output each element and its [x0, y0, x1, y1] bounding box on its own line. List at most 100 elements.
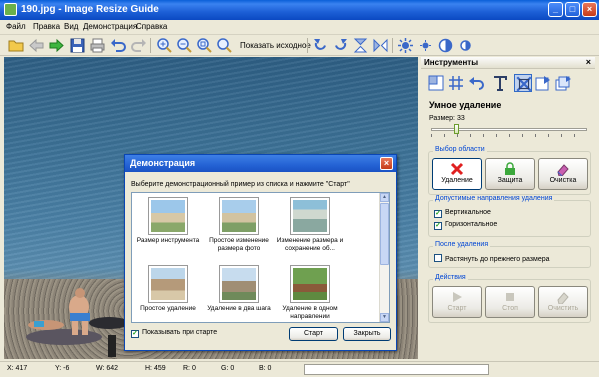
status-g: G: 0 [221, 365, 235, 372]
status-y: Y: -6 [55, 365, 70, 372]
tools-panel-close-icon[interactable]: × [586, 57, 591, 67]
directions-group: Допустимые направления удаления ✓ Вертика… [428, 195, 591, 237]
start-button[interactable]: Старт [289, 327, 338, 341]
brightness-down-icon[interactable] [417, 37, 434, 54]
close-dialog-button[interactable]: Закрыть [343, 327, 391, 341]
action-stop-label: Стоп [502, 305, 518, 312]
example-item[interactable]: Удаление в одном направлении [275, 265, 345, 321]
examples-scrollbar[interactable]: ▲ ▼ [379, 193, 389, 322]
maximize-button[interactable]: □ [565, 2, 580, 17]
bag [108, 335, 116, 357]
example-item[interactable]: Простое изменение размера фото [204, 197, 274, 253]
window-title: 190.jpg - Image Resize Guide [21, 4, 159, 15]
example-caption: Простое удаление [140, 305, 196, 312]
window-titlebar[interactable]: 190.jpg - Image Resize Guide _ □ × [0, 0, 599, 20]
checkbox-check-icon[interactable]: ✓ [131, 330, 139, 338]
resize-tool-icon[interactable] [427, 74, 445, 92]
menu-view[interactable]: Вид [64, 22, 78, 31]
status-bar: X: 417 Y: -6 W: 642 H: 459 R: 0 G: 0 B: … [0, 361, 599, 377]
vertical-checkbox[interactable]: ✓ Вертикальное [434, 209, 491, 218]
example-item[interactable]: Простое удаление [133, 265, 203, 313]
vertical-label: Вертикальное [445, 209, 491, 216]
toolbar-separator [150, 38, 151, 53]
contrast-down-icon[interactable] [457, 37, 474, 54]
status-x: X: 417 [7, 365, 28, 372]
close-button[interactable]: × [582, 2, 597, 17]
menu-file[interactable]: Файл [6, 22, 26, 31]
minimize-button[interactable]: _ [548, 2, 563, 17]
toolbar: Показать исходное [0, 35, 599, 56]
rotate-ccw-icon[interactable] [332, 37, 349, 54]
scroll-down-icon[interactable]: ▼ [380, 313, 389, 322]
beach-people-illustration [26, 288, 129, 345]
show-original-button[interactable]: Показать исходное [240, 41, 311, 50]
brightness-up-icon[interactable] [397, 37, 414, 54]
example-thumbnail [219, 197, 259, 235]
checkbox-check-icon[interactable]: ✓ [434, 210, 442, 218]
action-stop-button[interactable]: Стоп [485, 286, 535, 318]
stop-icon [506, 293, 514, 301]
flip-vertical-icon[interactable] [352, 37, 369, 54]
clear-area-button[interactable]: Очистка [538, 158, 588, 190]
example-item[interactable]: Удаление в два шага [204, 265, 274, 313]
undo-icon[interactable] [110, 37, 127, 54]
tools-panel-title: Инструменты [424, 58, 479, 67]
size-slider-ticks [431, 134, 587, 137]
horizontal-checkbox[interactable]: ✓ Горизонтальное [434, 221, 497, 230]
save-disk-icon[interactable] [69, 37, 86, 54]
example-item[interactable]: Размер инструмента [133, 197, 203, 245]
protect-tool-icon[interactable] [534, 74, 552, 92]
size-label: Размер: 33 [429, 115, 465, 122]
undo-tool-icon[interactable] [467, 74, 485, 92]
after-remove-label: После удаления [433, 241, 491, 248]
toolbar-separator [392, 38, 393, 53]
demo-dialog-titlebar[interactable]: Демонстрация × [125, 155, 396, 172]
protect-area-button[interactable]: Защита [485, 158, 535, 190]
smart-remove-title: Умное удаление [429, 100, 502, 110]
forward-arrow-icon[interactable] [48, 37, 65, 54]
redo-icon[interactable] [130, 37, 147, 54]
scrollbar-thumb[interactable] [380, 203, 389, 265]
batch-tool-icon[interactable] [554, 74, 572, 92]
status-w: W: 642 [96, 365, 119, 372]
show-at-start-label: Показывать при старте [142, 329, 218, 336]
open-folder-icon[interactable] [8, 37, 25, 54]
after-remove-group: После удаления Растянуть до прежнего раз… [428, 241, 591, 268]
size-slider-thumb[interactable] [454, 124, 459, 134]
flip-horizontal-icon[interactable] [372, 37, 389, 54]
checkbox-empty-icon[interactable] [434, 254, 442, 262]
rotate-cw-icon[interactable] [312, 37, 329, 54]
action-clear-label: Очистить [547, 305, 579, 312]
contrast-up-icon[interactable] [437, 37, 454, 54]
checkbox-check-icon[interactable]: ✓ [434, 222, 442, 230]
grid-tool-icon[interactable] [447, 74, 465, 92]
show-at-start-checkbox[interactable]: ✓ Показывать при старте [131, 329, 217, 338]
example-thumbnail [148, 265, 188, 303]
zoom-actual-icon[interactable] [216, 37, 233, 54]
status-r: R: 0 [183, 365, 196, 372]
menu-edit[interactable]: Правка [33, 22, 60, 31]
remove-area-button[interactable]: Удаление [432, 158, 482, 190]
area-selection-label: Выбор области [433, 146, 487, 153]
scroll-up-icon[interactable]: ▲ [380, 193, 389, 202]
demo-examples-list[interactable]: Размер инструмента Простое изменение раз… [131, 192, 390, 323]
menu-help[interactable]: Справка [136, 22, 167, 31]
menu-demo[interactable]: Демонстрация [83, 22, 137, 31]
action-clear-button[interactable]: Очистить [538, 286, 588, 318]
example-caption: Изменение размера и сохранение об... [276, 237, 344, 252]
example-caption: Удаление в одном направлении [282, 305, 338, 320]
demo-dialog-close-button[interactable]: × [380, 157, 393, 170]
example-item[interactable]: Изменение размера и сохранение об... [275, 197, 345, 253]
text-tool-icon[interactable] [491, 74, 509, 92]
smart-remove-tool-icon[interactable] [514, 74, 532, 92]
zoom-out-icon[interactable] [176, 37, 193, 54]
toolbar-separator [307, 38, 308, 53]
example-caption: Удаление в два шага [207, 305, 271, 312]
stretch-checkbox[interactable]: Растянуть до прежнего размера [434, 254, 550, 263]
directions-label: Допустимые направления удаления [433, 195, 555, 202]
action-start-button[interactable]: Старт [432, 286, 482, 318]
back-arrow-icon[interactable] [28, 37, 45, 54]
zoom-in-icon[interactable] [156, 37, 173, 54]
zoom-fit-icon[interactable] [196, 37, 213, 54]
print-icon[interactable] [89, 37, 106, 54]
